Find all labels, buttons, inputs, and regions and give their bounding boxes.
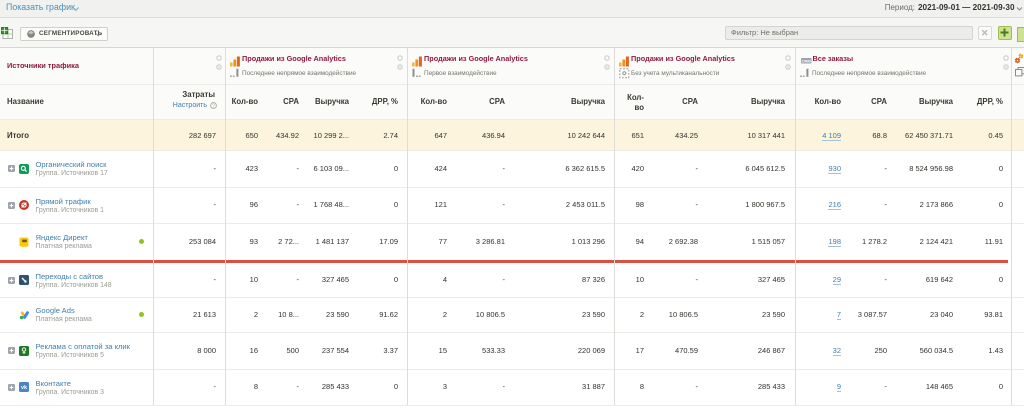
svg-text:vk: vk [20,385,27,391]
svg-text:CRM: CRM [801,58,811,63]
svg-text:?: ? [212,104,215,109]
